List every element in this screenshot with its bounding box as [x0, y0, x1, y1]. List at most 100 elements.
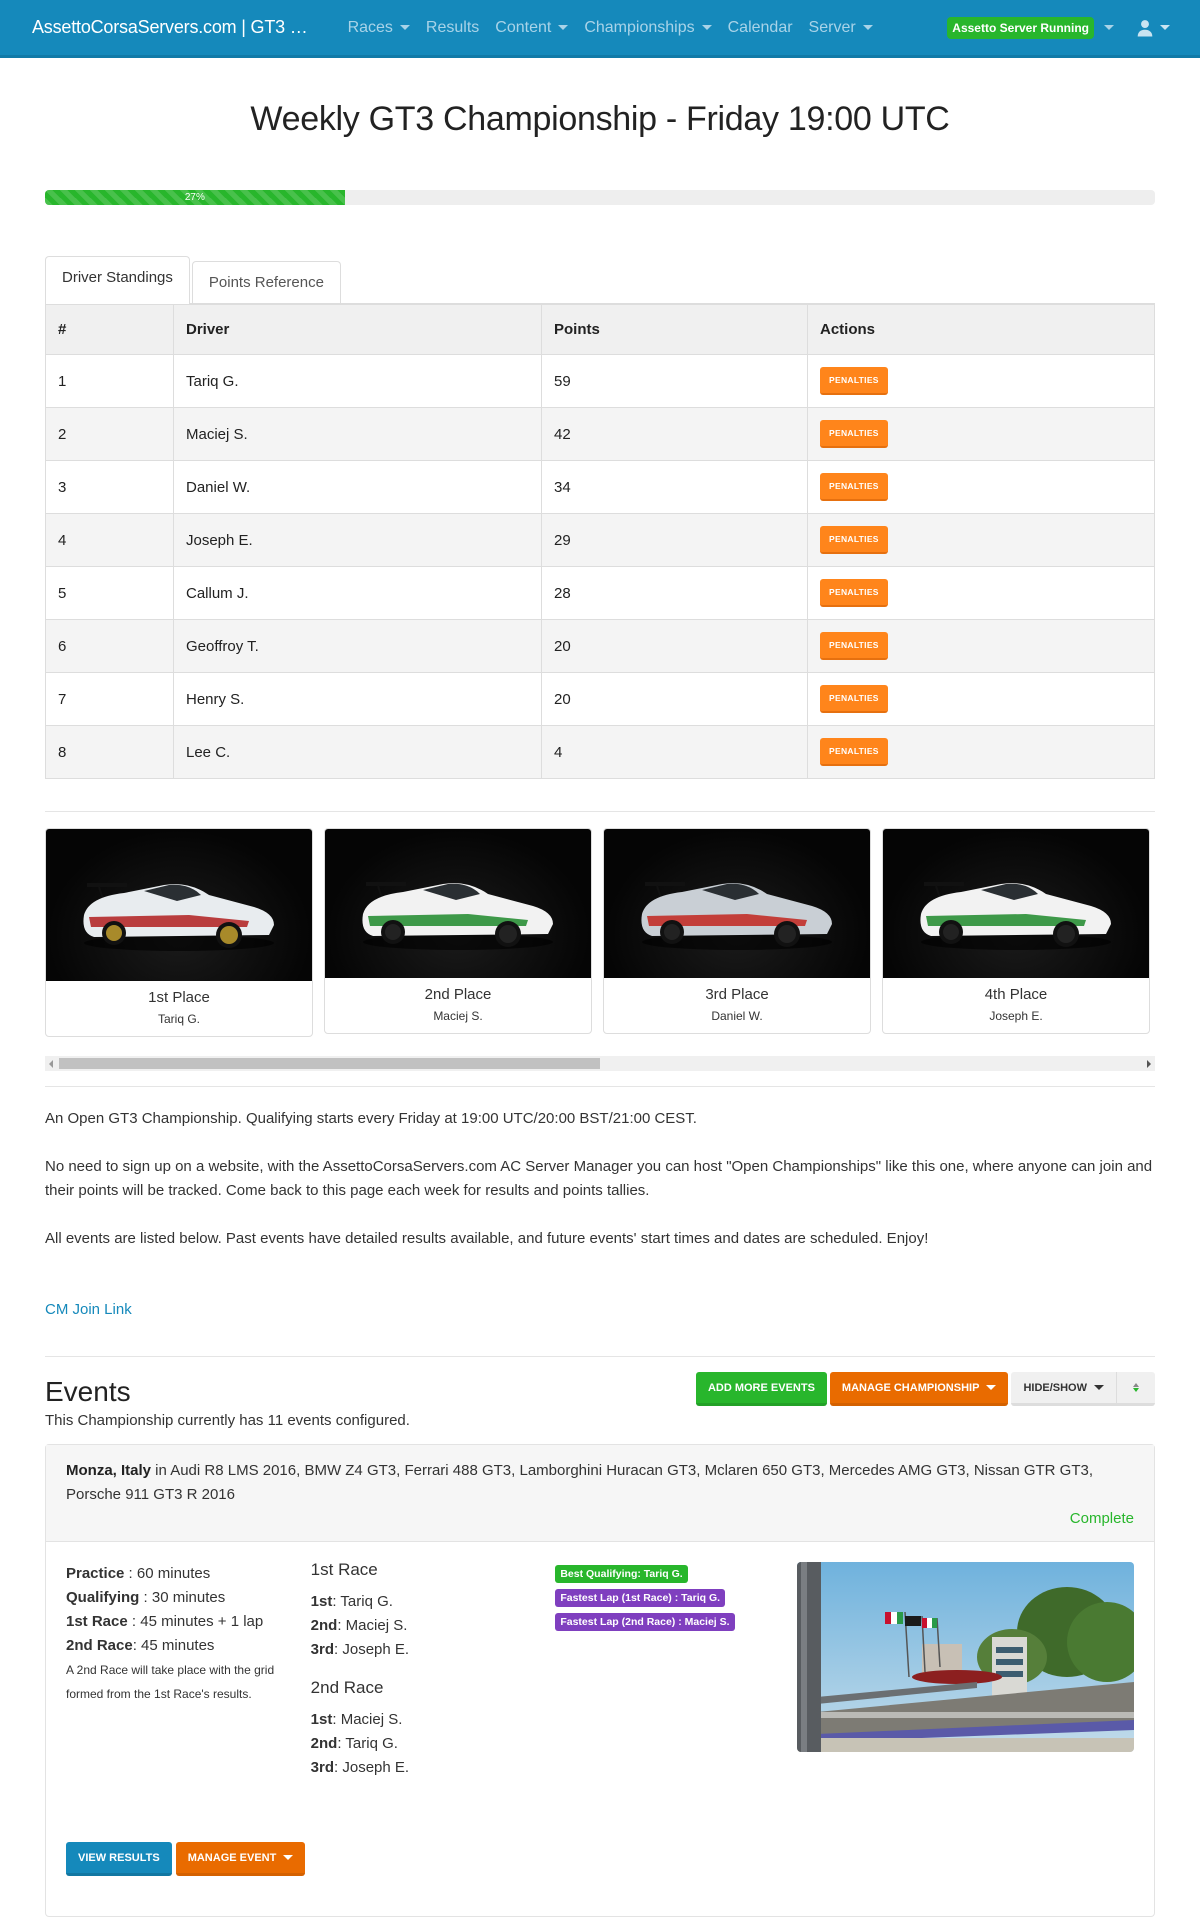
- cell-actions: PENALTIES: [807, 619, 1155, 673]
- race-2-result: 1st: Maciej S.: [311, 1708, 556, 1732]
- hide-show-group: HIDE/SHOW: [1011, 1372, 1155, 1406]
- podium-place: 2nd Place: [424, 986, 492, 1003]
- car-image: [46, 829, 312, 981]
- cell-position: 6: [45, 619, 174, 673]
- cell-driver: Henry S.: [173, 672, 542, 726]
- cell-position: 8: [45, 725, 174, 779]
- penalties-button[interactable]: PENALTIES: [820, 526, 888, 554]
- cell-position: 2: [45, 407, 174, 461]
- penalties-button[interactable]: PENALTIES: [820, 738, 888, 766]
- session-practice: Practice : 60 minutes: [66, 1562, 311, 1586]
- cell-points: 34: [541, 460, 808, 514]
- car-caption: 2nd Place Maciej S.: [325, 978, 591, 1023]
- penalties-button[interactable]: PENALTIES: [820, 367, 888, 395]
- sort-events-button[interactable]: [1117, 1372, 1155, 1406]
- tab-points-reference[interactable]: Points Reference: [191, 261, 341, 303]
- nav-championships[interactable]: Championships: [584, 19, 712, 37]
- events-count-text: This Championship currently has 11 event…: [45, 1412, 410, 1429]
- race-car-icon: [920, 881, 1111, 950]
- session-name: 2nd Race: [66, 1637, 133, 1654]
- nav-server[interactable]: Server: [809, 19, 873, 37]
- podium-horizontal-scrollbar[interactable]: [45, 1056, 1155, 1071]
- penalties-button[interactable]: PENALTIES: [820, 420, 888, 448]
- session-name: Practice: [66, 1565, 125, 1582]
- event-actions: VIEW RESULTS MANAGE EVENT: [66, 1842, 306, 1876]
- cell-points: 20: [541, 672, 808, 726]
- cm-join-link[interactable]: CM Join Link: [45, 1301, 132, 1318]
- track-image: [797, 1562, 1135, 1752]
- podium-card: 4th Place Joseph E.: [882, 828, 1150, 1034]
- session-sep: :: [127, 1613, 141, 1630]
- penalties-button[interactable]: PENALTIES: [820, 685, 888, 713]
- view-results-button[interactable]: VIEW RESULTS: [66, 1842, 172, 1876]
- cell-actions: PENALTIES: [807, 513, 1155, 567]
- nav-results[interactable]: Results: [426, 19, 479, 37]
- manage-championship-button[interactable]: MANAGE CHAMPIONSHIP: [829, 1372, 1009, 1406]
- table-row: 4 Joseph E. 29 PENALTIES: [45, 513, 1155, 567]
- manage-event-button[interactable]: MANAGE EVENT: [175, 1842, 306, 1876]
- nav-menu: Races Results Content Championships Cale…: [348, 19, 889, 37]
- event-body: Practice : 60 minutes Qualifying : 30 mi…: [46, 1542, 1154, 1916]
- car-image: [604, 829, 870, 978]
- progress-bar-fill: 27%: [45, 190, 345, 205]
- server-status-badge[interactable]: Assetto Server Running: [947, 16, 1094, 39]
- server-status-dropdown-icon[interactable]: [1104, 25, 1114, 30]
- podium-place: 3rd Place: [705, 986, 769, 1003]
- nav-calendar[interactable]: Calendar: [728, 19, 793, 37]
- tab-driver-standings[interactable]: Driver Standings: [45, 256, 190, 304]
- cell-driver: Geoffroy T.: [173, 619, 542, 673]
- cell-driver: Joseph E.: [173, 513, 542, 567]
- session-sep: :: [132, 1637, 142, 1654]
- cell-driver: Tariq G.: [173, 354, 542, 408]
- cell-points: 42: [541, 407, 808, 461]
- event-cars: in Audi R8 LMS 2016, BMW Z4 GT3, Ferrari…: [66, 1462, 1094, 1503]
- cell-actions: PENALTIES: [807, 566, 1155, 620]
- nav-races[interactable]: Races: [348, 19, 410, 37]
- cell-position: 5: [45, 566, 174, 620]
- table-row: 1 Tariq G. 59 PENALTIES: [45, 354, 1155, 408]
- cell-driver: Lee C.: [173, 725, 542, 779]
- cell-actions: PENALTIES: [807, 672, 1155, 726]
- manage-event-label: MANAGE EVENT: [187, 1851, 277, 1864]
- divider: [45, 811, 1155, 812]
- brand-link[interactable]: AssettoCorsaServers.com | GT3 …: [32, 17, 308, 38]
- result-driver: : Tariq G.: [332, 1593, 393, 1610]
- session-name: Qualifying: [66, 1589, 140, 1606]
- result-driver: : Maciej S.: [332, 1711, 403, 1728]
- podium-card: 3rd Place Daniel W.: [603, 828, 871, 1034]
- race-1-result: 2nd: Maciej S.: [311, 1614, 556, 1638]
- scrollbar-thumb[interactable]: [59, 1058, 600, 1069]
- nav-content-label: Content: [495, 18, 552, 36]
- table-row: 5 Callum J. 28 PENALTIES: [45, 566, 1155, 620]
- events-toolbar: ADD MORE EVENTS MANAGE CHAMPIONSHIP HIDE…: [695, 1372, 1155, 1406]
- session-qualifying: Qualifying : 30 minutes: [66, 1586, 311, 1610]
- scroll-left-icon[interactable]: [49, 1060, 53, 1068]
- description-paragraph: No need to sign up on a website, with th…: [45, 1158, 1153, 1199]
- penalties-button[interactable]: PENALTIES: [820, 632, 888, 660]
- race-1-title: 1st Race: [310, 1560, 378, 1579]
- car-caption: 3rd Place Daniel W.: [604, 978, 870, 1023]
- nav-races-label: Races: [347, 18, 393, 36]
- add-more-events-button[interactable]: ADD MORE EVENTS: [695, 1372, 827, 1406]
- cell-position: 3: [45, 460, 174, 514]
- page-title: Weekly GT3 Championship - Friday 19:00 U…: [250, 100, 950, 138]
- session-name: 1st Race: [66, 1613, 128, 1630]
- hide-show-button[interactable]: HIDE/SHOW: [1011, 1372, 1117, 1406]
- result-position: 3rd: [310, 1759, 335, 1776]
- nav-content[interactable]: Content: [495, 18, 569, 37]
- top-navbar: AssettoCorsaServers.com | GT3 … Races Re…: [0, 0, 1200, 58]
- scroll-right-icon[interactable]: [1147, 1060, 1151, 1068]
- penalties-button[interactable]: PENALTIES: [820, 579, 888, 607]
- cell-actions: PENALTIES: [807, 407, 1155, 461]
- car-image: [325, 829, 591, 978]
- caret-down-icon: [701, 25, 712, 30]
- table-row: 8 Lee C. 4 PENALTIES: [45, 725, 1155, 779]
- race-2-title: 2nd Race: [310, 1678, 384, 1697]
- championship-description: An Open GT3 Championship. Qualifying sta…: [45, 1107, 1155, 1251]
- table-header-row: # Driver Points Actions: [45, 304, 1155, 355]
- award-fastest-lap-race-1: Fastest Lap (1st Race) : Tariq G.: [555, 1589, 726, 1607]
- user-menu[interactable]: [1136, 19, 1170, 37]
- penalties-button[interactable]: PENALTIES: [820, 473, 888, 501]
- description-paragraph: An Open GT3 Championship. Qualifying sta…: [45, 1110, 697, 1127]
- event-card: Monza, Italy in Audi R8 LMS 2016, BMW Z4…: [45, 1444, 1155, 1917]
